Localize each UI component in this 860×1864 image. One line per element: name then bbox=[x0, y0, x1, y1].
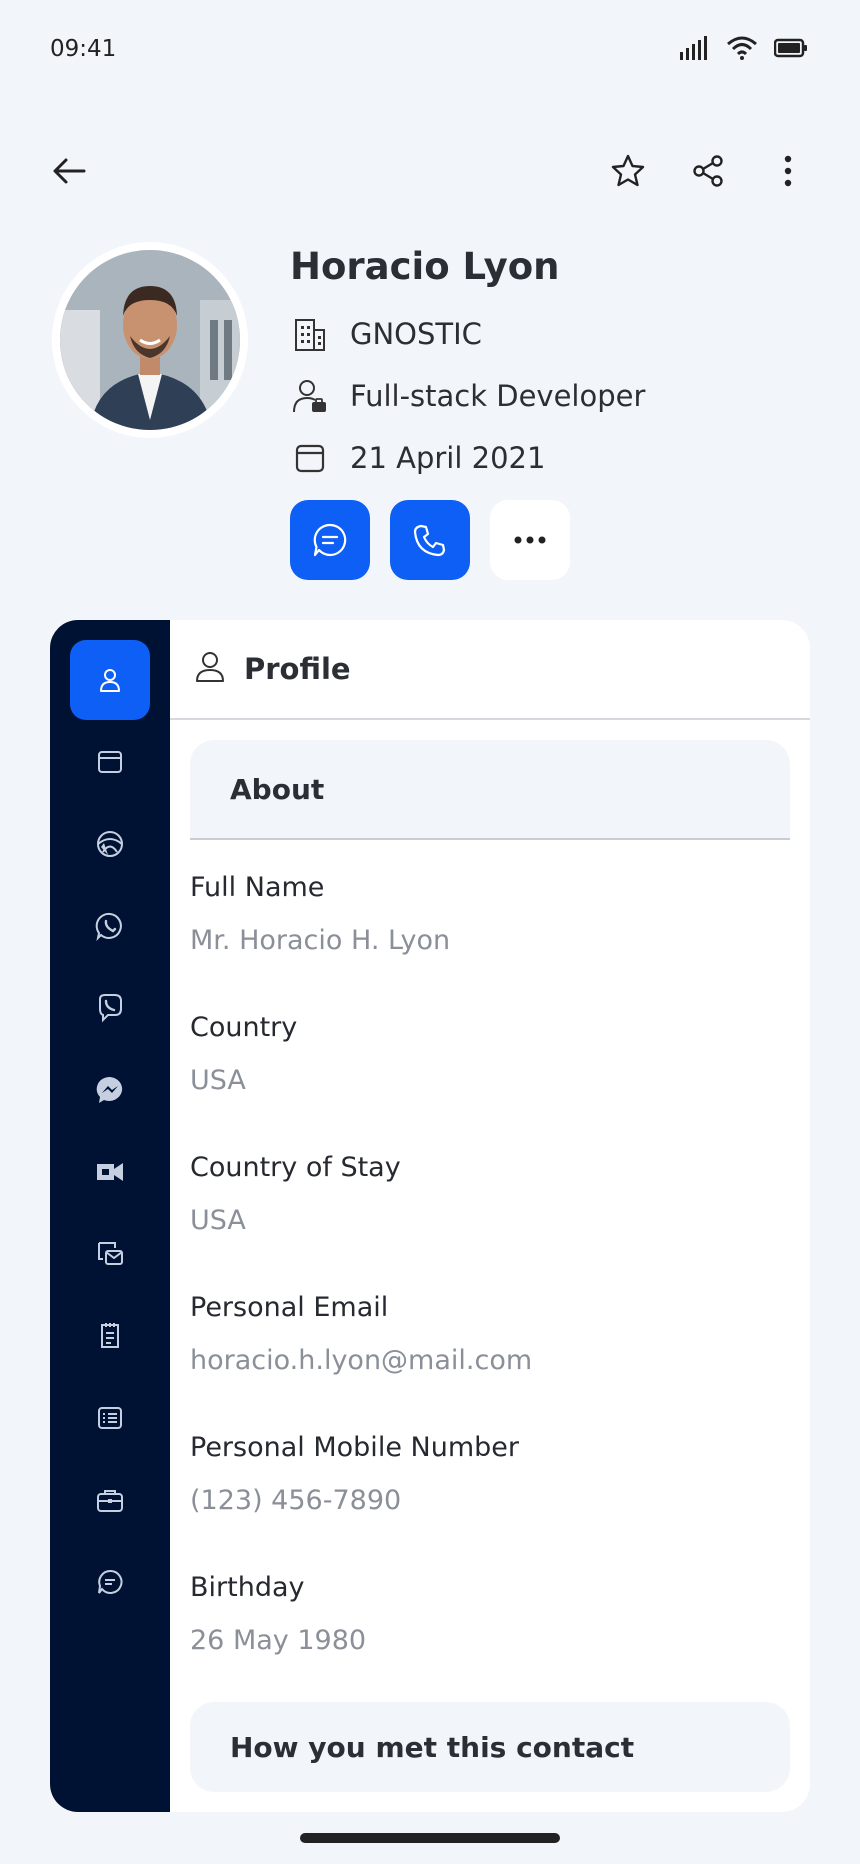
star-icon bbox=[611, 154, 645, 187]
field-label: Country bbox=[190, 1012, 298, 1043]
side-nav-briefcase[interactable] bbox=[70, 1460, 150, 1540]
field-value: Mr. Horacio H. Lyon bbox=[190, 925, 451, 956]
profile-card: Profile About Full Name Mr. Horacio H. L… bbox=[50, 620, 810, 1812]
field-full-name: Full Name Mr. Horacio H. Lyon bbox=[190, 872, 790, 956]
side-nav-video[interactable] bbox=[70, 1132, 150, 1212]
profile-icon bbox=[194, 650, 226, 688]
battery-icon bbox=[773, 38, 808, 62]
back-button[interactable] bbox=[48, 149, 92, 193]
job-title: Full-stack Developer bbox=[350, 379, 646, 413]
vertical-dots-icon bbox=[784, 155, 792, 187]
call-button[interactable] bbox=[390, 500, 470, 580]
more-options-button[interactable] bbox=[766, 149, 810, 193]
field-label: Personal Mobile Number bbox=[190, 1432, 519, 1463]
side-nav bbox=[50, 620, 170, 1812]
field-label: Country of Stay bbox=[190, 1152, 401, 1183]
side-nav-whatsapp[interactable] bbox=[70, 886, 150, 966]
favorite-button[interactable] bbox=[606, 149, 650, 193]
email-chat-icon bbox=[98, 1242, 123, 1265]
contact-date: 21 April 2021 bbox=[350, 441, 546, 475]
phone-icon bbox=[413, 524, 446, 557]
calendar-icon bbox=[290, 438, 330, 478]
user-briefcase-icon bbox=[290, 376, 330, 416]
profile-icon bbox=[100, 669, 120, 692]
horizontal-dots-icon bbox=[514, 536, 546, 544]
side-nav-notes[interactable] bbox=[70, 1296, 150, 1376]
messenger-icon bbox=[96, 1076, 123, 1103]
status-bar: 09:41 bbox=[0, 0, 860, 100]
field-birthday: Birthday 26 May 1980 bbox=[190, 1572, 790, 1656]
date-row: 21 April 2021 bbox=[290, 438, 545, 478]
chat-icon bbox=[98, 1569, 123, 1594]
side-nav-messenger[interactable] bbox=[70, 1050, 150, 1130]
arrow-left-icon bbox=[53, 158, 86, 184]
home-indicator[interactable] bbox=[300, 1833, 560, 1843]
field-label: Full Name bbox=[190, 872, 325, 903]
how-met-title: How you met this contact bbox=[230, 1730, 635, 1764]
avatar-photo bbox=[60, 250, 240, 430]
side-nav-chat[interactable] bbox=[70, 1542, 150, 1622]
field-value[interactable]: horacio.h.lyon@mail.com bbox=[190, 1345, 790, 1376]
side-nav-email[interactable] bbox=[70, 1214, 150, 1294]
field-value: USA bbox=[190, 1205, 246, 1236]
viber-icon bbox=[99, 994, 122, 1023]
chat-bubble-icon bbox=[313, 523, 347, 557]
list-icon bbox=[98, 1407, 122, 1429]
field-country-of-stay: Country of Stay USA bbox=[190, 1152, 790, 1236]
top-bar bbox=[0, 145, 860, 205]
field-label: Personal Email bbox=[190, 1292, 389, 1323]
field-value: USA bbox=[190, 1065, 246, 1096]
field-personal-email: Personal Email horacio.h.lyon@mail.com bbox=[190, 1292, 790, 1376]
signal-icon bbox=[680, 36, 710, 64]
notes-icon bbox=[101, 1323, 119, 1348]
side-nav-calendar[interactable] bbox=[70, 722, 150, 802]
side-nav-list[interactable] bbox=[70, 1378, 150, 1458]
quick-actions bbox=[290, 500, 570, 580]
whatsapp-icon bbox=[95, 912, 122, 941]
share-button[interactable] bbox=[686, 149, 730, 193]
calendar-icon bbox=[98, 751, 122, 773]
globe-icon bbox=[97, 831, 123, 857]
panel-title: Profile bbox=[244, 652, 351, 686]
field-personal-mobile: Personal Mobile Number (123) 456-7890 bbox=[190, 1432, 790, 1516]
role-row: Full-stack Developer bbox=[290, 376, 645, 416]
status-time: 09:41 bbox=[50, 36, 117, 62]
how-met-section-header[interactable]: How you met this contact bbox=[190, 1702, 790, 1792]
side-nav-globe[interactable] bbox=[70, 804, 150, 884]
field-country: Country USA bbox=[190, 1012, 790, 1096]
status-icons bbox=[680, 36, 808, 64]
field-value[interactable]: (123) 456-7890 bbox=[190, 1485, 790, 1516]
field-value: 26 May 1980 bbox=[190, 1625, 367, 1656]
panel-header: Profile bbox=[170, 620, 810, 720]
top-actions bbox=[606, 149, 810, 193]
message-button[interactable] bbox=[290, 500, 370, 580]
building-icon bbox=[290, 314, 330, 354]
briefcase-icon bbox=[97, 1490, 123, 1512]
share-icon bbox=[693, 155, 723, 187]
contact-name: Horacio Lyon bbox=[290, 245, 560, 288]
side-nav-profile[interactable] bbox=[70, 640, 150, 720]
field-label: Birthday bbox=[190, 1572, 305, 1603]
about-section-header[interactable]: About bbox=[190, 740, 790, 840]
profile-panel: Profile About Full Name Mr. Horacio H. L… bbox=[170, 620, 810, 1812]
company-row: GNOSTIC bbox=[290, 314, 482, 354]
video-icon bbox=[97, 1163, 123, 1181]
about-title: About bbox=[230, 772, 325, 806]
company-name: GNOSTIC bbox=[350, 317, 482, 351]
side-nav-viber[interactable] bbox=[70, 968, 150, 1048]
avatar[interactable] bbox=[52, 242, 248, 438]
more-actions-button[interactable] bbox=[490, 500, 570, 580]
wifi-icon bbox=[726, 36, 758, 64]
